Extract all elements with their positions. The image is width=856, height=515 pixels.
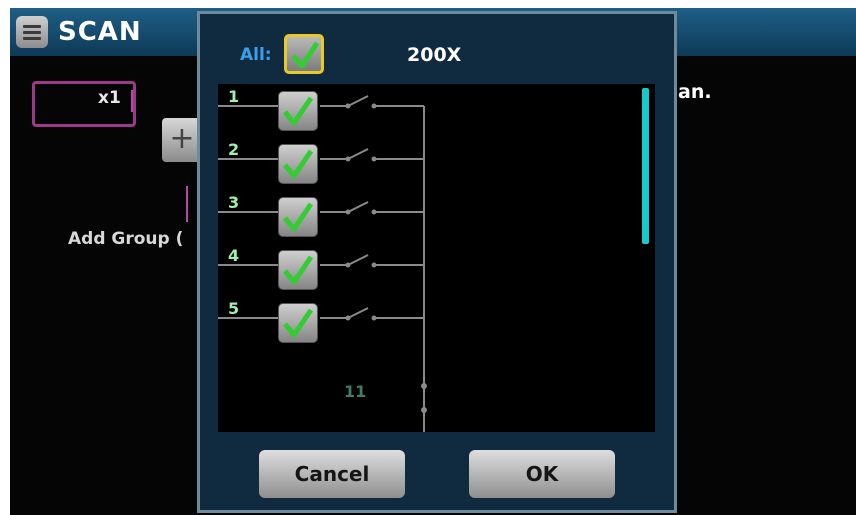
cancel-button[interactable]: Cancel <box>259 450 405 498</box>
channel-checkbox-2[interactable] <box>278 144 318 184</box>
channel-checkbox-3[interactable] <box>278 197 318 237</box>
all-label: All: <box>240 45 272 65</box>
ok-button[interactable]: OK <box>469 450 615 498</box>
checkmark-icon <box>283 308 314 338</box>
checkmark-icon <box>283 149 314 179</box>
channel-list[interactable]: 1 2 3 4 5 11 <box>218 84 655 432</box>
channel-checkbox-5[interactable] <box>278 303 318 343</box>
background-instruction-text: an. <box>678 81 712 103</box>
add-group-button[interactable]: + <box>162 118 202 162</box>
channel-number: 11 <box>344 382 367 401</box>
channel-number: 2 <box>228 140 240 159</box>
group-arrow <box>131 90 133 112</box>
channel-number: 4 <box>228 246 240 265</box>
channel-number: 5 <box>228 299 240 318</box>
checkmark-icon <box>291 41 320 69</box>
channel-number: 1 <box>228 87 240 106</box>
menu-icon[interactable] <box>16 16 48 48</box>
list-scrollbar[interactable] <box>642 88 649 244</box>
checkmark-icon <box>283 255 314 285</box>
channel-number: 3 <box>228 193 240 212</box>
add-group-hint: Add Group ( <box>68 229 184 249</box>
channel-checkbox-4[interactable] <box>278 250 318 290</box>
checkmark-icon <box>283 96 314 126</box>
channel-checkbox-1[interactable] <box>278 91 318 131</box>
dialog-title: 200X <box>407 44 462 66</box>
checkmark-icon <box>283 202 314 232</box>
screen: SCAN x1 + Add Group ( an. All: 200X 1 2 … <box>10 8 856 515</box>
channel-select-dialog: All: 200X 1 2 3 4 5 11 Cancel OK <box>197 11 677 513</box>
up-arrow <box>186 186 188 222</box>
select-all-checkbox[interactable] <box>284 34 324 74</box>
page-title: SCAN <box>58 17 142 47</box>
group-count-label: x1 <box>98 88 121 108</box>
